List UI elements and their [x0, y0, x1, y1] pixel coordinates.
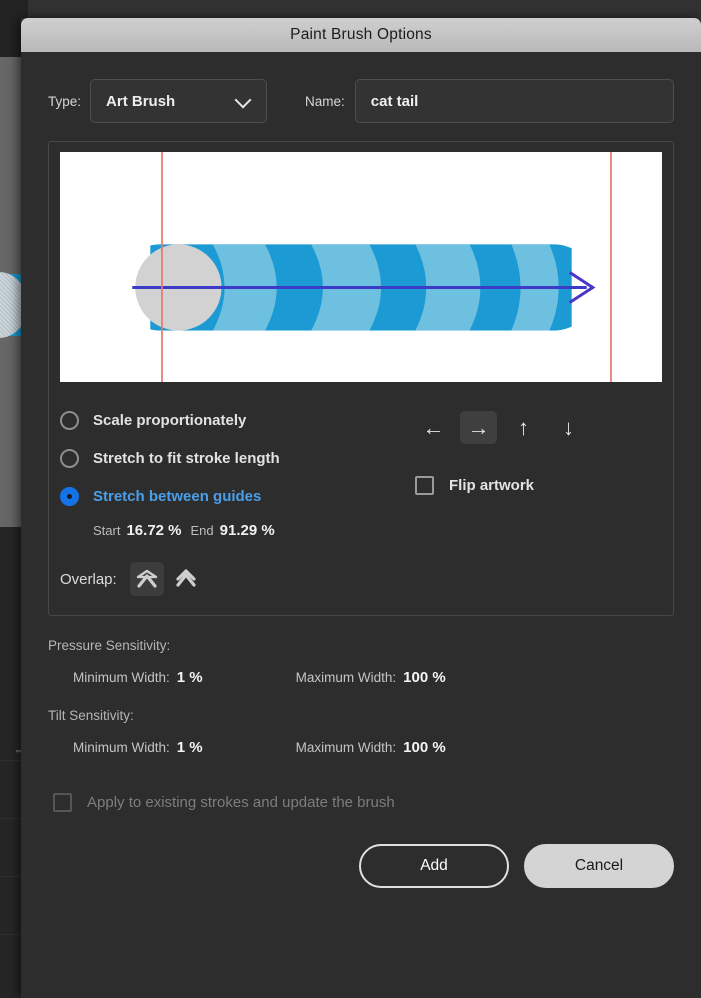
name-label: Name:: [305, 93, 345, 109]
overlap-row: Overlap:: [60, 562, 415, 596]
add-button-label: Add: [420, 857, 448, 874]
tilt-minimum-width-value[interactable]: 1 %: [177, 739, 203, 756]
direction-right-button[interactable]: →: [460, 411, 497, 444]
tilt-sensitivity-row: Minimum Width: 1 % Maximum Width: 100 %: [48, 739, 674, 756]
brush-options-group: Scale proportionately Stretch to fit str…: [48, 141, 674, 616]
tilt-minimum-width-label: Minimum Width:: [73, 740, 170, 755]
apply-to-existing-strokes-label: Apply to existing strokes and update the…: [87, 794, 395, 811]
radio-stretch-to-fit-stroke-length[interactable]: Stretch to fit stroke length: [60, 439, 415, 477]
tilt-sensitivity-section: Tilt Sensitivity: Minimum Width: 1 % Max…: [48, 708, 674, 756]
dialog-body: Type: Art Brush Name: cat tail Scale pro…: [21, 52, 701, 998]
apply-to-existing-strokes-checkbox[interactable]: [53, 793, 72, 812]
apply-to-existing-strokes-row[interactable]: Apply to existing strokes and update the…: [48, 793, 674, 812]
arrow-down-icon: ↓: [563, 414, 574, 440]
cancel-button-label: Cancel: [574, 857, 624, 874]
radio-label: Scale proportionately: [93, 411, 247, 429]
tilt-maximum-width: Maximum Width: 100 %: [296, 739, 446, 756]
radio-stretch-between-guides[interactable]: Stretch between guides: [60, 477, 415, 515]
tilt-maximum-width-value[interactable]: 100 %: [403, 739, 446, 756]
no-overlap-chevron-icon: [136, 569, 157, 588]
pressure-maximum-width-value[interactable]: 100 %: [403, 669, 446, 686]
tilt-minimum-width: Minimum Width: 1 %: [73, 739, 203, 756]
pressure-maximum-width-label: Maximum Width:: [295, 670, 397, 685]
radio-label: Stretch to fit stroke length: [93, 449, 280, 467]
stroke-direction-buttons: ← → ↑ ↓: [415, 411, 662, 444]
start-label: Start: [93, 523, 121, 538]
tilt-maximum-width-label: Maximum Width:: [295, 740, 397, 755]
arrow-up-icon: ↑: [518, 414, 529, 440]
pressure-sensitivity-section: Pressure Sensitivity: Minimum Width: 1 %…: [48, 638, 674, 686]
brush-type-value: Art Brush: [106, 92, 176, 110]
direction-flip-column: ← → ↑ ↓ Flip artwork: [415, 401, 662, 596]
brush-artwork: [132, 244, 596, 331]
end-label: End: [190, 523, 214, 538]
tilt-sensitivity-title: Tilt Sensitivity:: [48, 708, 134, 723]
flip-artwork-label: Flip artwork: [449, 477, 535, 494]
cancel-button[interactable]: Cancel: [524, 844, 674, 888]
dialog-titlebar: Paint Brush Options: [21, 18, 701, 52]
type-name-row: Type: Art Brush Name:: [48, 52, 674, 123]
overlap-chevron-icon-button[interactable]: [169, 562, 203, 596]
arrow-left-icon: ←: [422, 414, 445, 440]
dialog-title: Paint Brush Options: [290, 26, 432, 43]
add-button[interactable]: Add: [359, 844, 509, 888]
guides-start-end-row: Start 16.72 % End 91.29 %: [93, 522, 415, 539]
overlap-chevron-icon: [176, 569, 196, 587]
dialog-footer: Add Cancel: [48, 844, 674, 888]
pressure-minimum-width-value[interactable]: 1 %: [177, 669, 203, 686]
chevron-down-icon: [234, 91, 252, 109]
scaling-options-area: Scale proportionately Stretch to fit str…: [60, 401, 662, 596]
no-overlap-chevron-icon-button[interactable]: [129, 562, 164, 596]
radio-icon: [60, 448, 79, 468]
pressure-minimum-width: Minimum Width: 1 %: [73, 669, 203, 686]
type-label: Type:: [48, 93, 82, 109]
flip-artwork-row[interactable]: Flip artwork: [415, 476, 662, 495]
pressure-sensitivity-row: Minimum Width: 1 % Maximum Width: 100 %: [48, 669, 674, 686]
direction-up-button[interactable]: ↑: [505, 411, 542, 444]
arrow-right-icon: →: [467, 414, 490, 440]
brush-preview-canvas[interactable]: [60, 152, 662, 382]
guide-line-start[interactable]: [160, 152, 163, 382]
scaling-options-left: Scale proportionately Stretch to fit str…: [60, 401, 415, 596]
radio-icon: [60, 410, 79, 430]
paint-brush-options-dialog: Paint Brush Options Type: Art Brush Name…: [21, 18, 701, 998]
pressure-minimum-width-label: Minimum Width:: [73, 670, 170, 685]
radio-label: Stretch between guides: [93, 487, 262, 505]
direction-down-button[interactable]: ↓: [550, 411, 587, 444]
overlap-label: Overlap:: [60, 570, 117, 588]
radio-icon-selected: [60, 486, 79, 506]
brush-name-input[interactable]: [354, 79, 674, 123]
pressure-sensitivity-title: Pressure Sensitivity:: [48, 638, 171, 653]
end-value[interactable]: 91.29 %: [220, 522, 275, 539]
direction-left-button[interactable]: ←: [415, 411, 452, 444]
flip-artwork-checkbox[interactable]: [415, 476, 434, 495]
start-value[interactable]: 16.72 %: [126, 522, 181, 539]
brush-type-select[interactable]: Art Brush: [90, 79, 268, 123]
radio-scale-proportionately[interactable]: Scale proportionately: [60, 401, 415, 439]
pressure-maximum-width: Maximum Width: 100 %: [296, 669, 446, 686]
guide-line-end[interactable]: [609, 152, 612, 382]
